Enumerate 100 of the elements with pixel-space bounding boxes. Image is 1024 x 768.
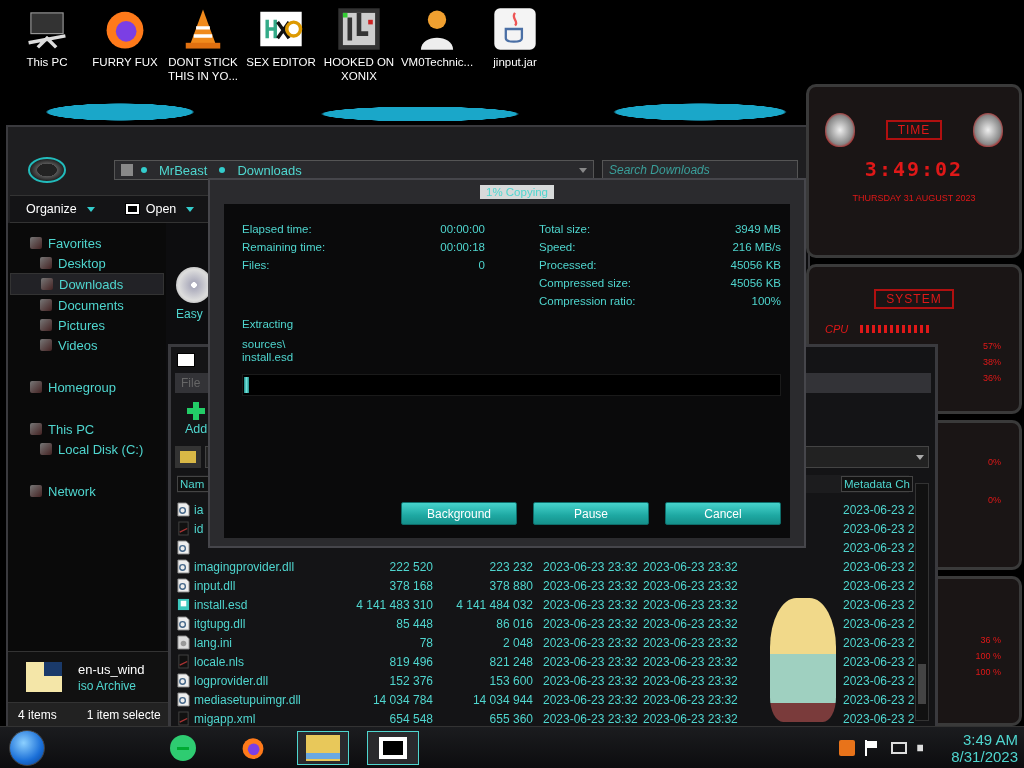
table-cell-text: 78: [418, 635, 433, 650]
stat-label: Speed:: [539, 241, 577, 253]
toolbar-button[interactable]: Organize: [20, 200, 101, 218]
table-cell-text: 4 141 483 310: [355, 597, 433, 612]
start-button[interactable]: [9, 730, 45, 766]
percentage-reading: 36%: [983, 373, 1002, 383]
table-cell-text: 2023-06-23 23:32: [643, 654, 739, 669]
table-cell-text: 2023-06-23 23:32: [542, 559, 639, 574]
search-field[interactable]: Search Downloads: [602, 160, 798, 180]
percentage-reading: 57%: [983, 341, 1002, 351]
nav-item[interactable]: Downloads: [10, 273, 164, 295]
coffee-cup-icon: [492, 6, 538, 52]
table-cell-text: 2023-06-23 23:32: [643, 597, 739, 612]
percentage-reading: 0%: [988, 495, 1002, 505]
nav-item[interactable]: This PC: [10, 419, 164, 439]
table-cell-text: 378 168: [388, 578, 433, 593]
table-cell-text: 2023-06-23 23:32: [643, 673, 739, 688]
operation-label: Extracting: [242, 318, 295, 330]
desktop-icon-label[interactable]: HOOKED ON XONIX: [320, 55, 398, 83]
desktop-icon-label[interactable]: DONT STICK THIS IN YO...: [164, 55, 242, 83]
cup-icon[interactable]: [839, 740, 856, 756]
table-cell-text: 2023-06-23 23:32: [643, 635, 739, 650]
stat-label: Compressed size:: [539, 277, 633, 289]
taskbar-button[interactable]: [367, 731, 419, 765]
file-name[interactable]: ia: [194, 502, 204, 517]
navigation-orb-icon[interactable]: [28, 157, 66, 183]
gadget-title: TIME: [885, 120, 943, 140]
percentage-reading: 36 %: [980, 635, 1002, 645]
desktop-icon-label[interactable]: SEX EDITOR: [246, 55, 316, 69]
gadget-title: SYSTEM: [874, 289, 954, 309]
address-bar[interactable]: MrBeast Downloads: [114, 160, 594, 180]
table-cell-text: 14 034 784: [371, 692, 433, 707]
nav-item[interactable]: Local Disk (C:): [10, 439, 164, 459]
table-cell-text: 654 548: [388, 711, 433, 726]
toolbar-button[interactable]: Open: [118, 200, 201, 218]
dropdown-caret-icon[interactable]: [579, 167, 587, 173]
table-cell-text: 2023-06-23 23:32: [643, 559, 739, 574]
file-type: iso Archive: [78, 678, 138, 693]
fox-globe-icon: [240, 735, 266, 761]
table-cell-text: 2023-06-23 23:32: [542, 673, 639, 688]
table-cell-text: 2023-06-23 23:32: [542, 654, 639, 669]
stat-value: 3949 MB: [733, 223, 781, 235]
nav-item[interactable]: Pictures: [10, 315, 164, 335]
desktop-icon-label[interactable]: jinput.jar: [493, 55, 537, 69]
table-cell-text: 2023-06-23 23:32: [542, 711, 639, 726]
file-name[interactable]: lang.ini: [194, 635, 233, 650]
stat-value: 0: [477, 259, 485, 271]
file-label[interactable]: Easy: [176, 307, 203, 321]
desktop-icon-label[interactable]: FURRY FUX: [92, 55, 158, 69]
archive-file-icon: [177, 597, 190, 612]
dark-file-icon: [177, 711, 190, 726]
percentage-reading: 0%: [988, 457, 1002, 467]
table-cell-text: 2 048: [501, 635, 533, 650]
breadcrumb[interactable]: MrBeast: [155, 162, 212, 178]
table-cell-text: 86 016: [495, 616, 533, 631]
breadcrumb[interactable]: Downloads: [233, 162, 306, 178]
nav-item[interactable]: Documents: [10, 295, 164, 315]
dialog-title: 1% Copying: [480, 185, 554, 199]
file-name[interactable]: imagingprovider.dll: [194, 559, 295, 574]
table-cell-text: 2023-06-23 23:32: [643, 578, 739, 593]
table-cell-text: 152 376: [388, 673, 433, 688]
table-cell-text: 821 248: [488, 654, 533, 669]
file-path: sources\: [242, 338, 287, 351]
settings-file-icon: [177, 635, 190, 650]
stat-value: 00:00:00: [439, 223, 485, 235]
stat-label: Total size:: [539, 223, 592, 235]
file-name[interactable]: locale.nls: [194, 654, 245, 669]
nav-item[interactable]: Network: [10, 481, 164, 501]
desktop-icon-label[interactable]: This PC: [26, 55, 68, 69]
nav-item[interactable]: Homegroup: [10, 377, 164, 397]
nav-item[interactable]: Desktop: [10, 253, 164, 273]
clock-button[interactable]: 3:49 AM 8/31/2023: [951, 731, 1018, 765]
percentage-reading: 100 %: [975, 667, 1002, 677]
clock-time: 3:49:02: [863, 157, 965, 181]
file-name[interactable]: logprovider.dll: [194, 673, 269, 688]
nav-item[interactable]: Videos: [10, 335, 164, 355]
taskbar-button[interactable]: [297, 731, 349, 765]
gear-file-icon: [177, 559, 190, 574]
nav-item[interactable]: Favorites: [10, 233, 164, 253]
file-name[interactable]: mediasetupuimgr.dll: [194, 692, 301, 707]
table-cell-text: 2023-06-23 23:32: [542, 616, 639, 631]
gear-file-icon: [177, 540, 190, 555]
table-cell-text: 4 141 484 032: [455, 597, 533, 612]
scrollbar[interactable]: [915, 483, 929, 721]
file-name[interactable]: migapp.xml: [194, 711, 256, 726]
file-name[interactable]: id: [194, 521, 204, 536]
table-cell-text: 2023-06-23 23:32: [542, 692, 639, 707]
table-cell-text: 2023-06-23 23:32: [542, 578, 639, 593]
table-cell-text: 14 034 944: [471, 692, 533, 707]
file-name[interactable]: input.dll: [194, 578, 236, 593]
column-header[interactable]: Metadata Ch: [841, 476, 913, 492]
table-cell-text: 2023-06-23 23:32: [643, 616, 739, 631]
dropdown-caret-icon[interactable]: [916, 454, 924, 460]
file-name[interactable]: install.esd: [194, 597, 248, 612]
breadcrumb-dot-icon: [219, 167, 226, 173]
file-name[interactable]: itgtupg.dll: [194, 616, 246, 631]
folder-up-icon[interactable]: [175, 446, 201, 468]
stat-value: 216 MB/s: [731, 241, 781, 253]
percentage-reading: 38%: [983, 357, 1002, 367]
desktop-icon-label[interactable]: VM0Technic...: [400, 55, 474, 69]
